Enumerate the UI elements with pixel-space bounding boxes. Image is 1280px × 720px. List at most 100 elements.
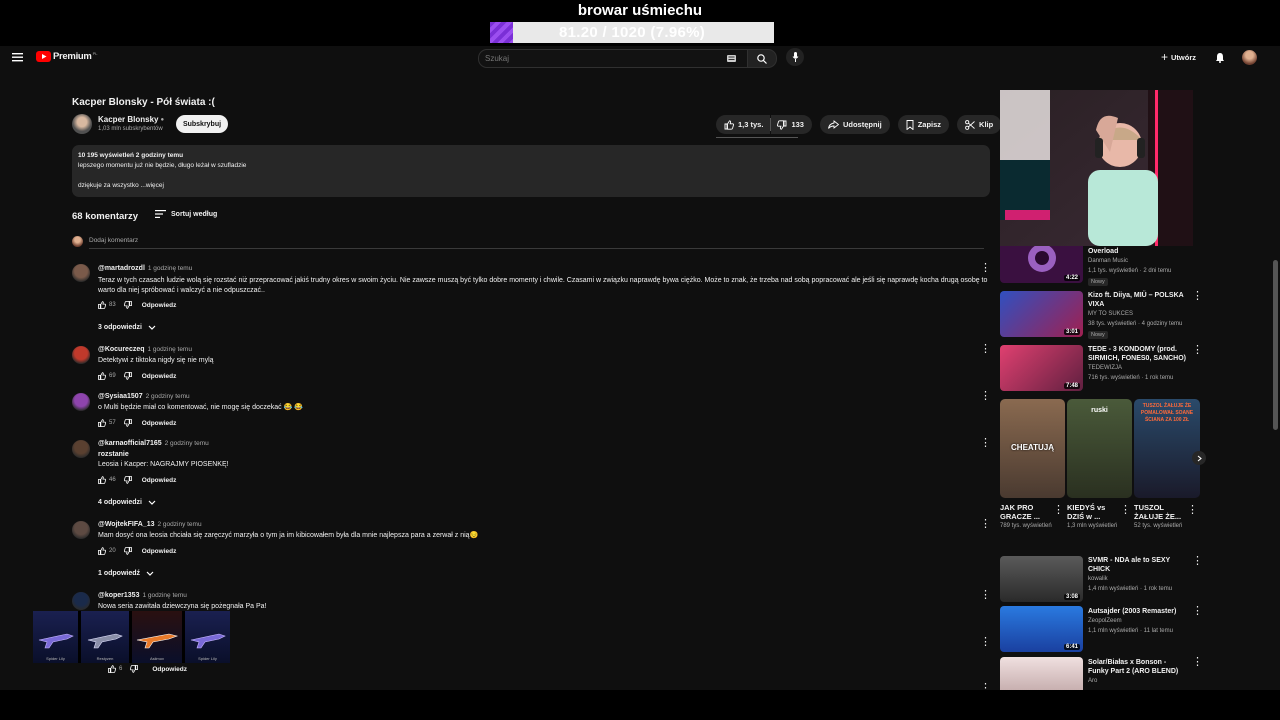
rec-menu-icon[interactable]: ⋮ [1192,657,1203,668]
rec-thumbnail[interactable]: 3:01 [1000,291,1083,337]
replies-toggle[interactable]: 1 odpowiedź [98,570,154,577]
voice-search-button[interactable] [786,48,804,66]
comment-author[interactable]: @Kocureczeq [98,346,145,353]
short-title[interactable]: TUSZOL ŻAŁUJE ŻE... [1134,503,1186,521]
thumb-down-icon[interactable] [130,665,139,673]
short-menu-icon[interactable]: ⋮ [1053,505,1064,516]
comment-time[interactable]: 2 godziny temu [165,440,209,447]
short-thumbnail[interactable]: TUSZOL ŻAŁUJE ŻE POMALOWAŁ SOANE ŚCIANA … [1134,399,1200,498]
short-menu-icon[interactable]: ⋮ [1187,505,1198,516]
rec-channel[interactable]: Aro [1088,676,1188,686]
short-info[interactable]: KIEDYŚ vs DZIŚ w ... 1,3 mln wyświetleń [1067,503,1119,531]
comment-time[interactable]: 2 godziny temu [158,521,202,528]
rec-info[interactable]: Solar/Białas x Bonson - Funky Part 2 (AR… [1088,658,1188,686]
reply-button[interactable]: Odpowiedz [142,420,177,427]
rec-channel[interactable]: TEDEWIZJA [1088,363,1188,373]
comment-avatar[interactable] [72,264,90,282]
rec-thumbnail[interactable] [1000,657,1083,690]
rec-title[interactable]: Solar/Białas x Bonson - Funky Part 2 (AR… [1088,658,1188,676]
notifications-bell-icon[interactable] [1215,52,1225,65]
comment-menu-icon[interactable]: ⋮ [980,263,991,274]
thumb-down-icon[interactable] [123,547,132,555]
rec-thumbnail[interactable]: 3:08 [1000,556,1083,602]
comment-time[interactable]: 2 godziny temu [146,393,190,400]
rec-menu-icon[interactable]: ⋮ [1192,291,1203,302]
subscribe-button[interactable]: Subskrybuj [176,115,228,133]
short-thumbnail[interactable]: CHEATUJĄ [1000,399,1065,498]
dislike-button[interactable]: 133 [771,115,812,134]
thumb-up-icon[interactable] [98,301,106,309]
comment-avatar[interactable] [72,592,90,610]
clip-button[interactable]: Klip [957,115,1002,134]
rec-menu-icon[interactable]: ⋮ [1192,345,1203,356]
comment-avatar[interactable] [72,440,90,458]
thumb-up-icon[interactable] [98,547,106,555]
rec-thumbnail[interactable]: 7:48 [1000,345,1083,391]
page-scrollbar[interactable] [1273,260,1278,430]
rec-title[interactable]: Autsajder (2003 Remaster) [1088,607,1188,616]
rec-info[interactable]: TEDE - 3 KONDOMY (prod. SIRMICH, FONES0,… [1088,345,1188,383]
sort-button[interactable]: Sortuj według [155,210,217,218]
comment-time[interactable]: 1 godzinę temu [148,265,192,272]
comment-menu-icon[interactable]: ⋮ [980,438,991,449]
rec-info[interactable]: Overload Danman Music 1,1 tys. wyświetle… [1088,247,1188,286]
rec-info[interactable]: Kizo ft. Diiya, MIÜ – POLSKA VIXA MY TO … [1088,291,1188,339]
rec-menu-icon[interactable]: ⋮ [1192,606,1203,617]
search-input[interactable] [479,50,715,67]
thumb-up-icon[interactable] [98,476,106,484]
keyboard-icon[interactable] [727,55,736,62]
short-info[interactable]: TUSZOL ŻAŁUJE ŻE... 52 tys. wyświetleń [1134,503,1186,531]
thumb-down-icon[interactable] [123,476,132,484]
comment-author[interactable]: @WojtekFIFA_13 [98,521,155,528]
rec-title[interactable]: Overload [1088,247,1188,256]
rec-menu-icon[interactable]: ⋮ [1192,556,1203,567]
short-thumbnail[interactable]: ruski [1067,399,1132,498]
add-comment-input[interactable]: Dodaj komentarz [89,237,138,244]
replies-toggle[interactable]: 3 odpowiedzi [98,324,156,331]
rec-title[interactable]: Kizo ft. Diiya, MIÜ – POLSKA VIXA [1088,291,1188,309]
thumb-down-icon[interactable] [123,372,132,380]
short-menu-icon[interactable]: ⋮ [1120,505,1131,516]
search-button[interactable] [747,49,777,68]
comment-avatar[interactable] [72,393,90,411]
rec-channel[interactable]: Danman Music [1088,256,1188,266]
thumb-down-icon[interactable] [123,419,132,427]
search-box[interactable] [478,49,748,68]
comment-menu-icon[interactable]: ⋮ [980,344,991,355]
comment-author[interactable]: @martadrozdl [98,265,145,272]
rec-info[interactable]: Autsajder (2003 Remaster) ZeopolZeem 1,1… [1088,607,1188,636]
comment-time[interactable]: 1 godzinę temu [148,346,192,353]
short-title[interactable]: JAK PRO GRACZE ... [1000,503,1052,521]
menu-icon[interactable] [12,52,23,64]
comment-author[interactable]: @Sysiaa1507 [98,393,143,400]
rec-title[interactable]: SVMR - NDA ale to SEXY CHICK [1088,556,1188,574]
comment-author[interactable]: @karnaofficial7165 [98,440,162,447]
youtube-premium-logo[interactable]: Premium PL [36,51,97,62]
thumb-down-icon[interactable] [123,301,132,309]
comment-author[interactable]: @koper1353 [98,592,139,599]
comment-menu-icon[interactable]: ⋮ [980,391,991,402]
like-button[interactable]: 1,3 tys. [716,115,771,134]
short-title[interactable]: KIEDYŚ vs DZIŚ w ... [1067,503,1119,521]
thumb-up-icon[interactable] [98,419,106,427]
channel-name[interactable]: Kacper Blonsky [98,115,158,124]
rec-title[interactable]: TEDE - 3 KONDOMY (prod. SIRMICH, FONES0,… [1088,345,1188,363]
thumb-up-icon[interactable] [108,665,116,673]
rec-channel[interactable]: MY TO SUKCES [1088,309,1188,319]
replies-toggle[interactable]: 4 odpowiedzi [98,499,156,506]
comment-menu-icon[interactable]: ⋮ [980,637,991,648]
rec-channel[interactable]: ZeopolZeem [1088,616,1188,626]
rec-channel[interactable]: kowalik [1088,574,1188,584]
reply-button[interactable]: Odpowiedz [142,548,177,555]
rec-thumbnail[interactable]: 6:41 [1000,606,1083,652]
channel-name-row[interactable]: Kacper Blonsky ● [98,115,164,124]
save-button[interactable]: Zapisz [897,115,950,134]
create-button[interactable]: + Utwórz [1161,51,1196,63]
comment-avatar[interactable] [72,521,90,539]
channel-avatar[interactable] [72,114,92,134]
account-avatar[interactable] [1242,50,1257,65]
reply-button[interactable]: Odpowiedz [142,302,177,309]
description-box[interactable]: 10 195 wyświetleń 2 godziny temu lepszeg… [72,145,990,197]
comment-time[interactable]: 1 godzinę temu [142,592,186,599]
comment-avatar[interactable] [72,346,90,364]
